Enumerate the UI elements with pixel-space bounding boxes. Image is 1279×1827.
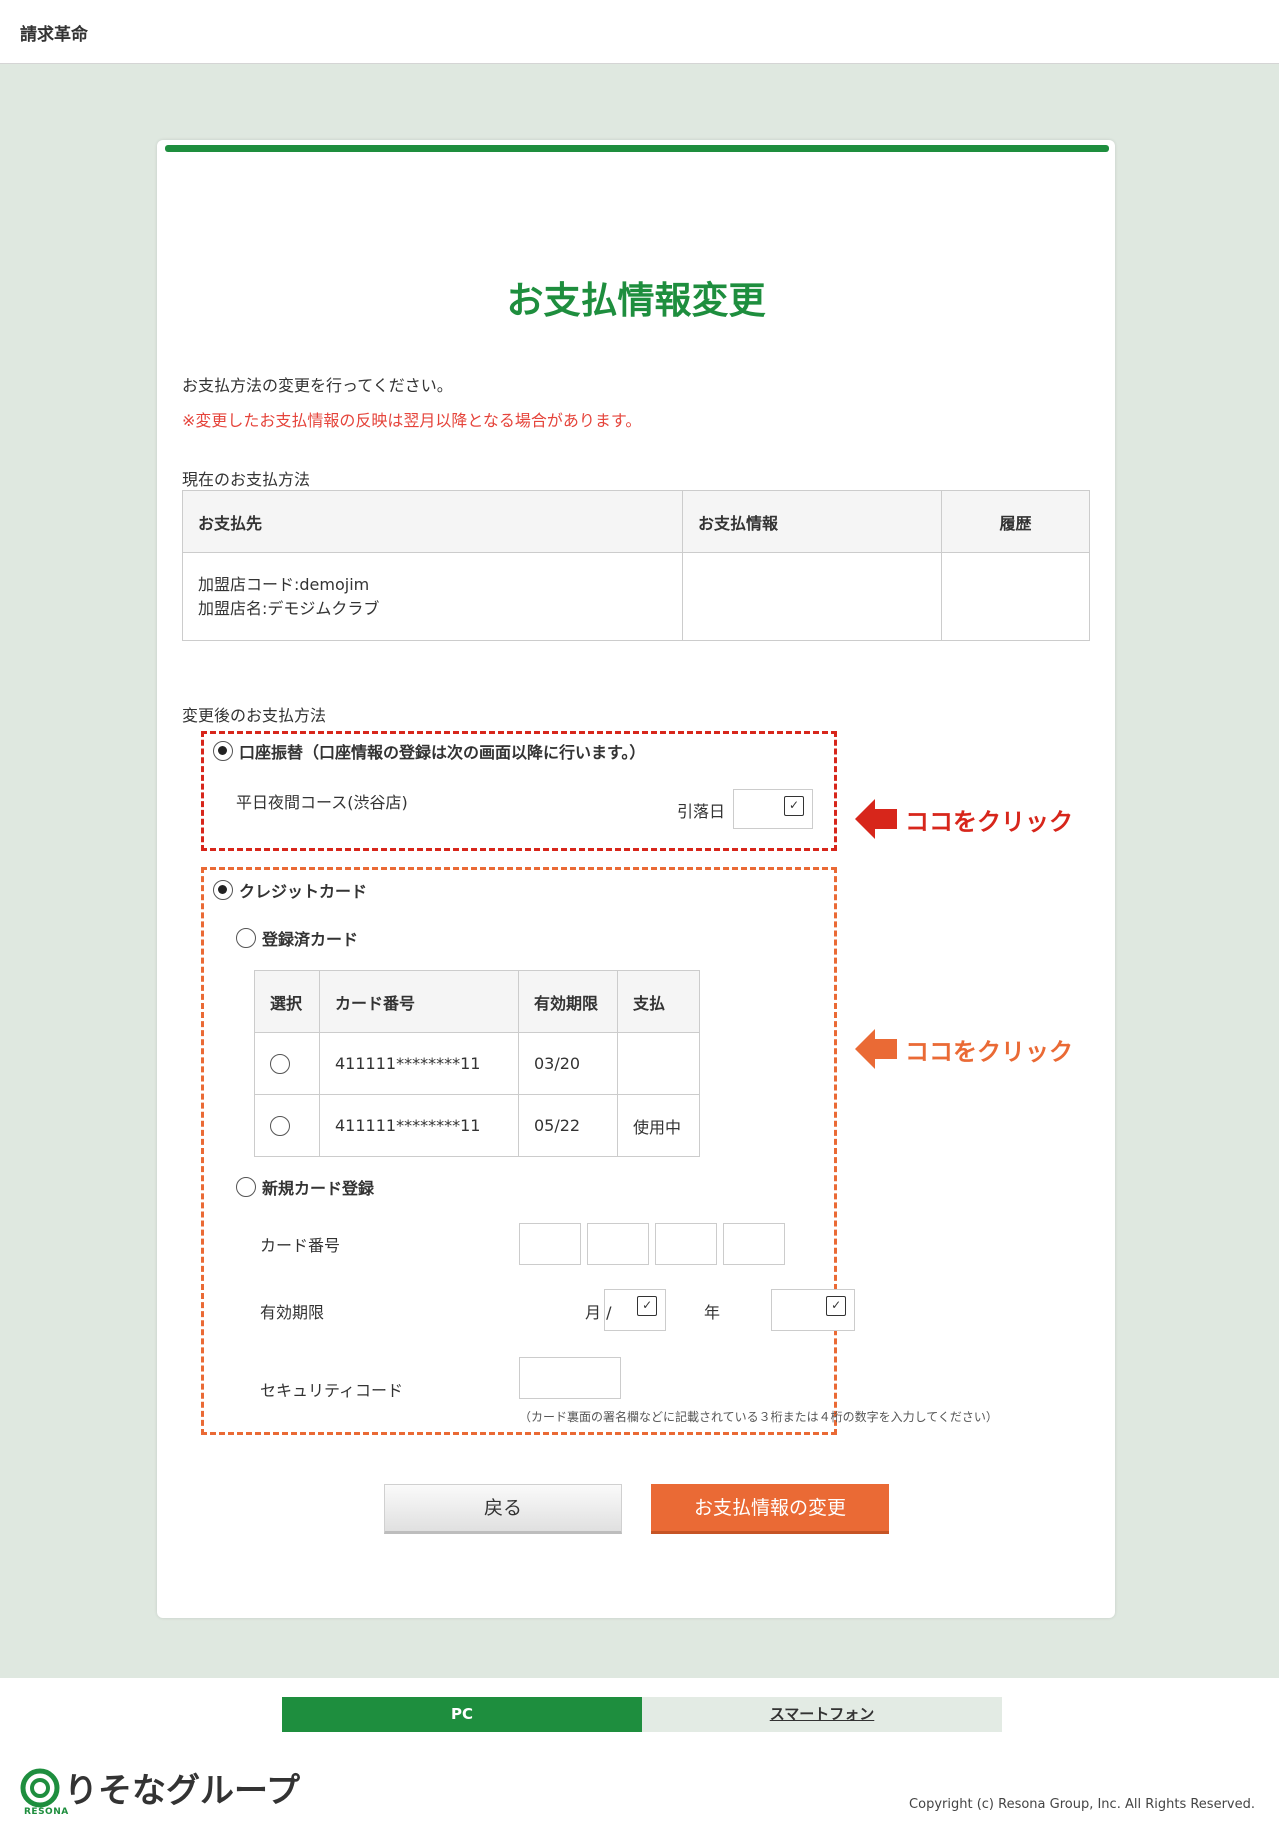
col-select: 選択	[254, 970, 320, 1033]
bank-transfer-option[interactable]: 口座振替（口座情報の登録は次の画面以降に行います。）	[213, 739, 645, 763]
copyright: Copyright (c) Resona Group, Inc. All Rig…	[909, 1797, 1255, 1812]
new-method-label: 変更後のお支払方法	[182, 706, 327, 725]
card-number-cell: 411111********11	[319, 1032, 519, 1095]
card-number-input-2[interactable]	[587, 1223, 649, 1265]
bank-transfer-radio[interactable]	[213, 741, 233, 761]
callout-bank: ココをクリック	[855, 797, 1073, 841]
callout-credit-text: ココをクリック	[905, 1037, 1073, 1066]
course-name: 平日夜間コース(渋谷店)	[236, 793, 408, 812]
table-row: 411111********11 05/22 使用中	[254, 1094, 700, 1157]
card-top-bar	[165, 145, 1109, 152]
payment-info-cell	[682, 552, 942, 641]
resona-logo-icon	[20, 1768, 60, 1807]
bank-transfer-label: 口座振替（口座情報の登録は次の画面以降に行います。）	[239, 743, 646, 762]
warning-note: ※変更したお支払情報の反映は翌月以降となる場合があります。	[182, 411, 642, 430]
table-row: 411111********11 03/20	[254, 1032, 700, 1095]
credit-card-option[interactable]: クレジットカード	[213, 878, 367, 902]
change-payment-button[interactable]: お支払情報の変更	[651, 1484, 889, 1534]
col-payee: お支払先	[182, 490, 683, 553]
expiry-label: 有効期限	[260, 1303, 325, 1322]
registered-cards-table: 選択 カード番号 有効期限 支払 411111********11 03/20 …	[254, 970, 700, 1157]
registered-card-label: 登録済カード	[262, 930, 359, 949]
year-unit: 年	[704, 1303, 721, 1322]
security-code-label: セキュリティコード	[260, 1381, 404, 1400]
new-card-label: 新規カード登録	[262, 1179, 375, 1198]
store-code: 加盟店コード:demojim	[198, 574, 370, 594]
credit-card-label: クレジットカード	[239, 882, 368, 901]
credit-card-radio[interactable]	[213, 880, 233, 900]
arrow-left-icon	[855, 799, 897, 839]
current-method-label: 現在のお支払方法	[182, 470, 311, 489]
resona-logo: りそなグループ RESONA	[20, 1763, 300, 1817]
top-bar: 請求革命	[0, 0, 1279, 64]
registered-card-option[interactable]: 登録済カード	[236, 926, 358, 950]
chevron-down-icon: ✓	[826, 1296, 847, 1316]
status-cell: 使用中	[617, 1094, 700, 1157]
debit-day-label: 引落日	[677, 802, 726, 821]
col-history: 履歴	[941, 490, 1090, 553]
expiry-cell: 05/22	[518, 1094, 618, 1157]
card-number-input-1[interactable]	[519, 1223, 581, 1265]
current-method-table: お支払先 お支払情報 履歴 加盟店コード:demojim 加盟店名:デモジムクラ…	[182, 490, 1090, 641]
card-number-label: カード番号	[260, 1236, 341, 1255]
debit-day-select[interactable]: ✓	[733, 789, 813, 829]
callout-credit: ココをクリック	[855, 1027, 1073, 1071]
security-code-input[interactable]	[519, 1357, 621, 1399]
chevron-down-icon: ✓	[784, 796, 804, 816]
col-payment-info: お支払情報	[682, 490, 942, 553]
select-cell	[254, 1094, 320, 1157]
device-tabs: PC スマートフォン	[282, 1697, 1002, 1732]
main-card: お支払情報変更 お支払方法の変更を行ってください。 ※変更したお支払情報の反映は…	[157, 140, 1115, 1618]
select-cell	[254, 1032, 320, 1095]
card-number-cell: 411111********11	[319, 1094, 519, 1157]
card-select-radio[interactable]	[270, 1115, 290, 1136]
expiry-month-select[interactable]: ✓	[604, 1289, 667, 1331]
page-title: お支払情報変更	[506, 279, 766, 322]
brand-name: 請求革命	[20, 25, 88, 45]
back-button[interactable]: 戻る	[384, 1484, 622, 1534]
status-cell	[617, 1032, 700, 1095]
history-cell	[941, 552, 1090, 641]
new-card-option[interactable]: 新規カード登録	[236, 1175, 374, 1199]
arrow-left-icon	[855, 1029, 897, 1069]
tab-smartphone[interactable]: スマートフォン	[642, 1697, 1002, 1732]
card-select-radio[interactable]	[270, 1053, 290, 1074]
intro-text: お支払方法の変更を行ってください。	[182, 376, 453, 395]
registered-card-radio[interactable]	[236, 928, 256, 948]
card-number-input-3[interactable]	[655, 1223, 717, 1265]
logo-text: りそなグループ	[64, 1771, 300, 1811]
security-code-hint: （カード裏面の署名欄などに記載されている３桁または４桁の数字を入力してください）	[519, 1410, 998, 1424]
payee-cell: 加盟店コード:demojim 加盟店名:デモジムクラブ	[182, 552, 683, 641]
col-expiry: 有効期限	[518, 970, 618, 1033]
col-payment: 支払	[617, 970, 700, 1033]
chevron-down-icon: ✓	[637, 1296, 658, 1316]
col-card-number: カード番号	[319, 970, 519, 1033]
new-card-radio[interactable]	[236, 1177, 256, 1197]
expiry-year-select[interactable]: ✓	[771, 1289, 856, 1331]
callout-bank-text: ココをクリック	[905, 807, 1073, 836]
logo-sub: RESONA	[24, 1807, 69, 1817]
month-unit: 月 /	[585, 1303, 612, 1322]
store-name: 加盟店名:デモジムクラブ	[198, 598, 380, 618]
expiry-cell: 03/20	[518, 1032, 618, 1095]
card-number-input-4[interactable]	[723, 1223, 785, 1265]
tab-pc[interactable]: PC	[282, 1697, 642, 1732]
